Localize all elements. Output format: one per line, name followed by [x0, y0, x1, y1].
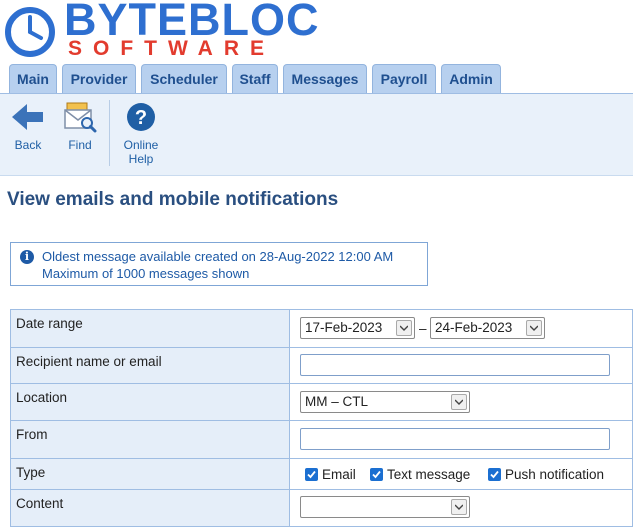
recipient-label: Recipient name or email [10, 347, 290, 384]
form-row-date-range: Date range 17-Feb-2023 – 24-Feb-2023 [10, 309, 633, 348]
date-range-separator: – [419, 321, 427, 336]
date-range-cell: 17-Feb-2023 – 24-Feb-2023 [289, 309, 633, 348]
info-oldest-message: Oldest message available created on 28-A… [42, 249, 394, 264]
tab-main[interactable]: Main [9, 64, 57, 93]
date-from-select[interactable]: 17-Feb-2023 [300, 317, 415, 339]
location-select[interactable]: MM – CTL [300, 391, 470, 413]
info-message-box: i Oldest message available created on 28… [10, 242, 428, 286]
recipient-input[interactable] [300, 354, 610, 376]
type-label: Type [10, 458, 290, 490]
toolbar: Back Find ? Online Help [0, 94, 633, 176]
date-to-select[interactable]: 24-Feb-2023 [430, 317, 545, 339]
tab-admin[interactable]: Admin [441, 64, 501, 93]
recipient-cell [289, 347, 633, 384]
tab-staff[interactable]: Staff [232, 64, 278, 93]
back-arrow-icon [12, 104, 43, 130]
page-title: View emails and mobile notifications [7, 189, 339, 210]
chevron-down-icon [451, 499, 467, 515]
clock-icon [5, 7, 55, 57]
type-email-checkbox[interactable]: Email [305, 467, 356, 482]
bytebloc-logo: BYTEBLOC SOFTWARE [4, 0, 319, 60]
form-row-recipient: Recipient name or email [10, 347, 633, 384]
location-value: MM – CTL [305, 394, 369, 409]
date-from-value: 17-Feb-2023 [305, 320, 383, 335]
form-row-type: Type Email Text message Push notificatio… [10, 458, 633, 490]
content-label: Content [10, 489, 290, 527]
logo-subtitle: SOFTWARE [68, 37, 275, 60]
form-row-content: Content [10, 489, 633, 527]
chevron-down-icon [396, 320, 412, 336]
checkbox-checked-icon [305, 468, 318, 481]
toolbar-divider [109, 100, 110, 166]
online-help-button[interactable]: ? Online Help [121, 100, 161, 166]
from-input[interactable] [300, 428, 610, 450]
info-max-messages: Maximum of 1000 messages shown [42, 266, 250, 281]
from-cell [289, 420, 633, 459]
chevron-down-icon [451, 394, 467, 410]
form-row-location: Location MM – CTL [10, 383, 633, 421]
help-label-line1: Online [123, 138, 159, 152]
tab-scheduler[interactable]: Scheduler [141, 64, 227, 93]
tab-payroll[interactable]: Payroll [372, 64, 436, 93]
type-email-label: Email [322, 467, 356, 482]
chevron-down-icon [526, 320, 542, 336]
type-text-message-label: Text message [387, 467, 471, 482]
filter-form: Date range 17-Feb-2023 – 24-Feb-2023 Rec… [10, 309, 633, 527]
back-label: Back [14, 138, 42, 152]
location-cell: MM – CTL [289, 383, 633, 421]
svg-text:?: ? [135, 107, 147, 129]
checkbox-checked-icon [370, 468, 383, 481]
content-cell [289, 489, 633, 527]
date-to-value: 24-Feb-2023 [435, 320, 513, 335]
help-label-line2: Help [128, 152, 154, 166]
content-select[interactable] [300, 496, 470, 518]
find-label: Find [68, 138, 92, 152]
help-icon: ? [127, 103, 155, 131]
tab-messages[interactable]: Messages [283, 64, 367, 93]
find-envelope-icon [64, 102, 97, 133]
date-range-label: Date range [10, 309, 290, 348]
location-label: Location [10, 383, 290, 421]
type-cell: Email Text message Push notification [289, 458, 633, 490]
type-text-message-checkbox[interactable]: Text message [370, 467, 470, 482]
main-tab-bar: Main Provider Scheduler Staff Messages P… [0, 64, 633, 94]
tab-provider[interactable]: Provider [62, 64, 136, 93]
form-row-from: From [10, 420, 633, 459]
find-button[interactable]: Find [62, 100, 98, 152]
from-label: From [10, 420, 290, 459]
checkbox-checked-icon [488, 468, 501, 481]
type-push-notification-label: Push notification [505, 467, 605, 482]
type-push-notification-checkbox[interactable]: Push notification [488, 467, 604, 482]
back-button[interactable]: Back [10, 100, 46, 152]
info-icon: i [20, 250, 34, 264]
